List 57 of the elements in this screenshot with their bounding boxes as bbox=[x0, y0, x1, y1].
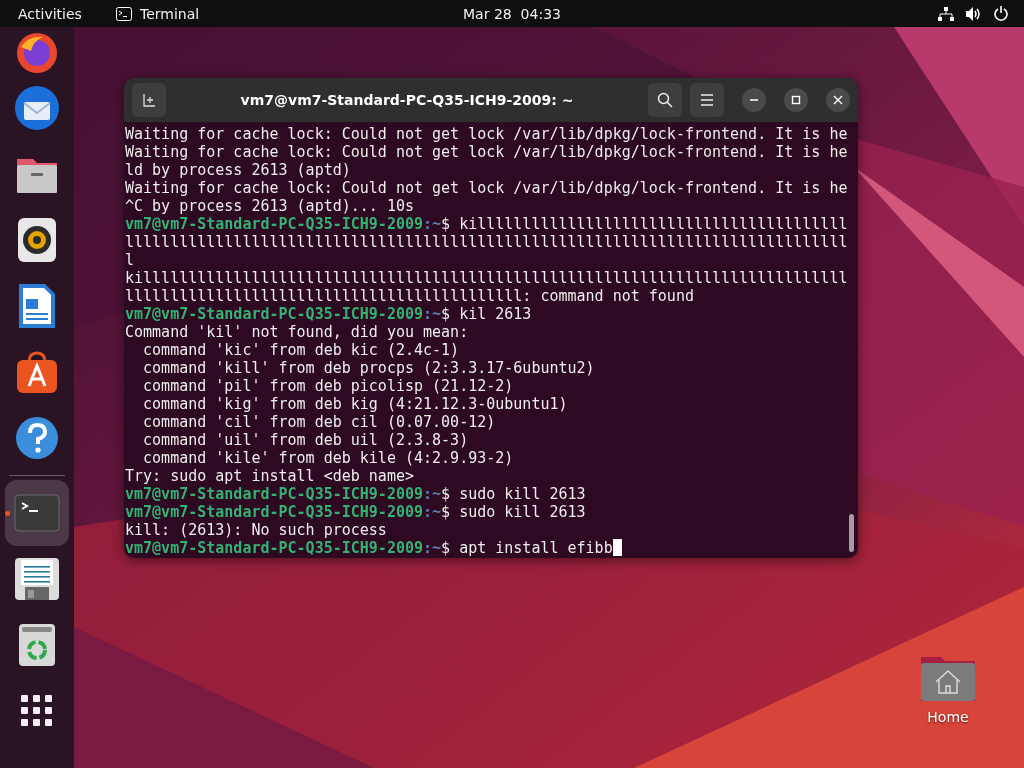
terminal-icon bbox=[116, 6, 132, 21]
output-line: Waiting for cache lock: Could not get lock /var/lib/dpkg/lock-frontend. It is he bbox=[125, 179, 848, 197]
speaker-icon[interactable] bbox=[17, 217, 57, 263]
search-button[interactable] bbox=[648, 83, 682, 117]
output-line: command 'kic' from deb kic (2.4c-1) bbox=[142, 341, 460, 359]
prompt-line: vm7@vm7-Standard-PC-Q35-ICH9-2009:~$ sudo kill 2613 bbox=[125, 485, 586, 503]
help-icon[interactable] bbox=[15, 416, 59, 460]
home-folder-icon[interactable] bbox=[919, 655, 977, 703]
mail-bird-icon[interactable] bbox=[13, 84, 61, 132]
output-line: killllllllllllllllllllllllllllllllllllllllllllllllllllllllllllllllllllllllllllll bbox=[125, 269, 848, 287]
minimize-button[interactable] bbox=[742, 88, 766, 112]
output-line: llllllllllllllllllllllllllllllllllllllllllll: command not found bbox=[125, 287, 694, 305]
shopping-bag-icon[interactable] bbox=[15, 350, 59, 394]
close-button[interactable] bbox=[826, 88, 850, 112]
clock[interactable]: Mar 28 04:33 bbox=[463, 5, 561, 22]
maximize-button[interactable] bbox=[784, 88, 808, 112]
prompt-line: vm7@vm7-Standard-PC-Q35-ICH9-2009:~$ apt install efibb bbox=[125, 539, 622, 557]
output-line: command 'uil' from deb uil (2.3.8-3) bbox=[142, 431, 469, 449]
menu-icon bbox=[700, 94, 714, 106]
window-title: vm7@vm7-Standard-PC-Q35-ICH9-2009: ~ bbox=[239, 92, 575, 108]
trash-icon[interactable] bbox=[18, 623, 56, 667]
new-tab-icon bbox=[141, 92, 157, 108]
scrollbar[interactable] bbox=[849, 514, 854, 552]
menu-button[interactable] bbox=[690, 83, 724, 117]
search-icon bbox=[657, 92, 673, 108]
prompt-line: vm7@vm7-Standard-PC-Q35-ICH9-2009:~$ killlllllllllllllllllllllllllllllllllllllll bbox=[125, 215, 848, 233]
minimize-icon bbox=[749, 99, 759, 101]
output-line: command 'kile' from deb kile (4:2.9.93-2) bbox=[142, 449, 514, 467]
prompt-line: vm7@vm7-Standard-PC-Q35-ICH9-2009:~$ sudo kill 2613 bbox=[125, 503, 586, 521]
power-icon[interactable] bbox=[994, 6, 1008, 21]
app-menu[interactable]: Terminal bbox=[140, 5, 200, 22]
new-tab-button[interactable] bbox=[132, 83, 166, 117]
close-icon bbox=[833, 95, 843, 105]
document-icon[interactable] bbox=[18, 283, 56, 329]
folder-label: Home bbox=[927, 709, 969, 725]
firefox-icon[interactable] bbox=[15, 31, 59, 75]
output-line: command 'kig' from deb kig (4:21.12.3-0ubuntu1) bbox=[142, 395, 568, 413]
prompt-line: vm7@vm7-Standard-PC-Q35-ICH9-2009:~$ kil 2613 bbox=[125, 305, 532, 323]
running-indicator bbox=[5, 511, 10, 516]
output-line: command 'kill' from deb procps (2:3.3.17-6ubuntu2) bbox=[142, 359, 595, 377]
output-line: ld by process 2613 (aptd) bbox=[125, 161, 351, 179]
output-line: llllllllllllllllllllllllllllllllllllllllllllllllllllllllllllllllllllllllllllllll bbox=[125, 233, 848, 251]
output-line: command 'cil' from deb cil (0.07.00-12) bbox=[142, 413, 496, 431]
output-line: Waiting for cache lock: Could not get lock /var/lib/dpkg/lock-frontend. It is he bbox=[125, 143, 848, 161]
output-line: Command 'kil' not found, did you mean: bbox=[125, 323, 469, 341]
output-line: command 'pil' from deb picolisp (21.12-2) bbox=[142, 377, 514, 395]
output-line: Waiting for cache lock: Could not get lock /var/lib/dpkg/lock-frontend. It is he bbox=[125, 125, 848, 143]
output-line: kill: (2613): No such process bbox=[125, 521, 387, 539]
network-icon[interactable] bbox=[938, 6, 954, 21]
output-line: l bbox=[125, 251, 135, 269]
output-line: ^C by process 2613 (aptd)... 10s bbox=[125, 197, 414, 215]
output-line: Try: sudo apt install <deb name> bbox=[125, 467, 414, 485]
maximize-icon bbox=[791, 95, 801, 105]
activities-button[interactable]: Activities bbox=[0, 5, 116, 22]
app-grid-icon[interactable] bbox=[21, 695, 53, 727]
volume-icon[interactable] bbox=[966, 6, 982, 21]
terminal-icon[interactable] bbox=[14, 494, 60, 532]
